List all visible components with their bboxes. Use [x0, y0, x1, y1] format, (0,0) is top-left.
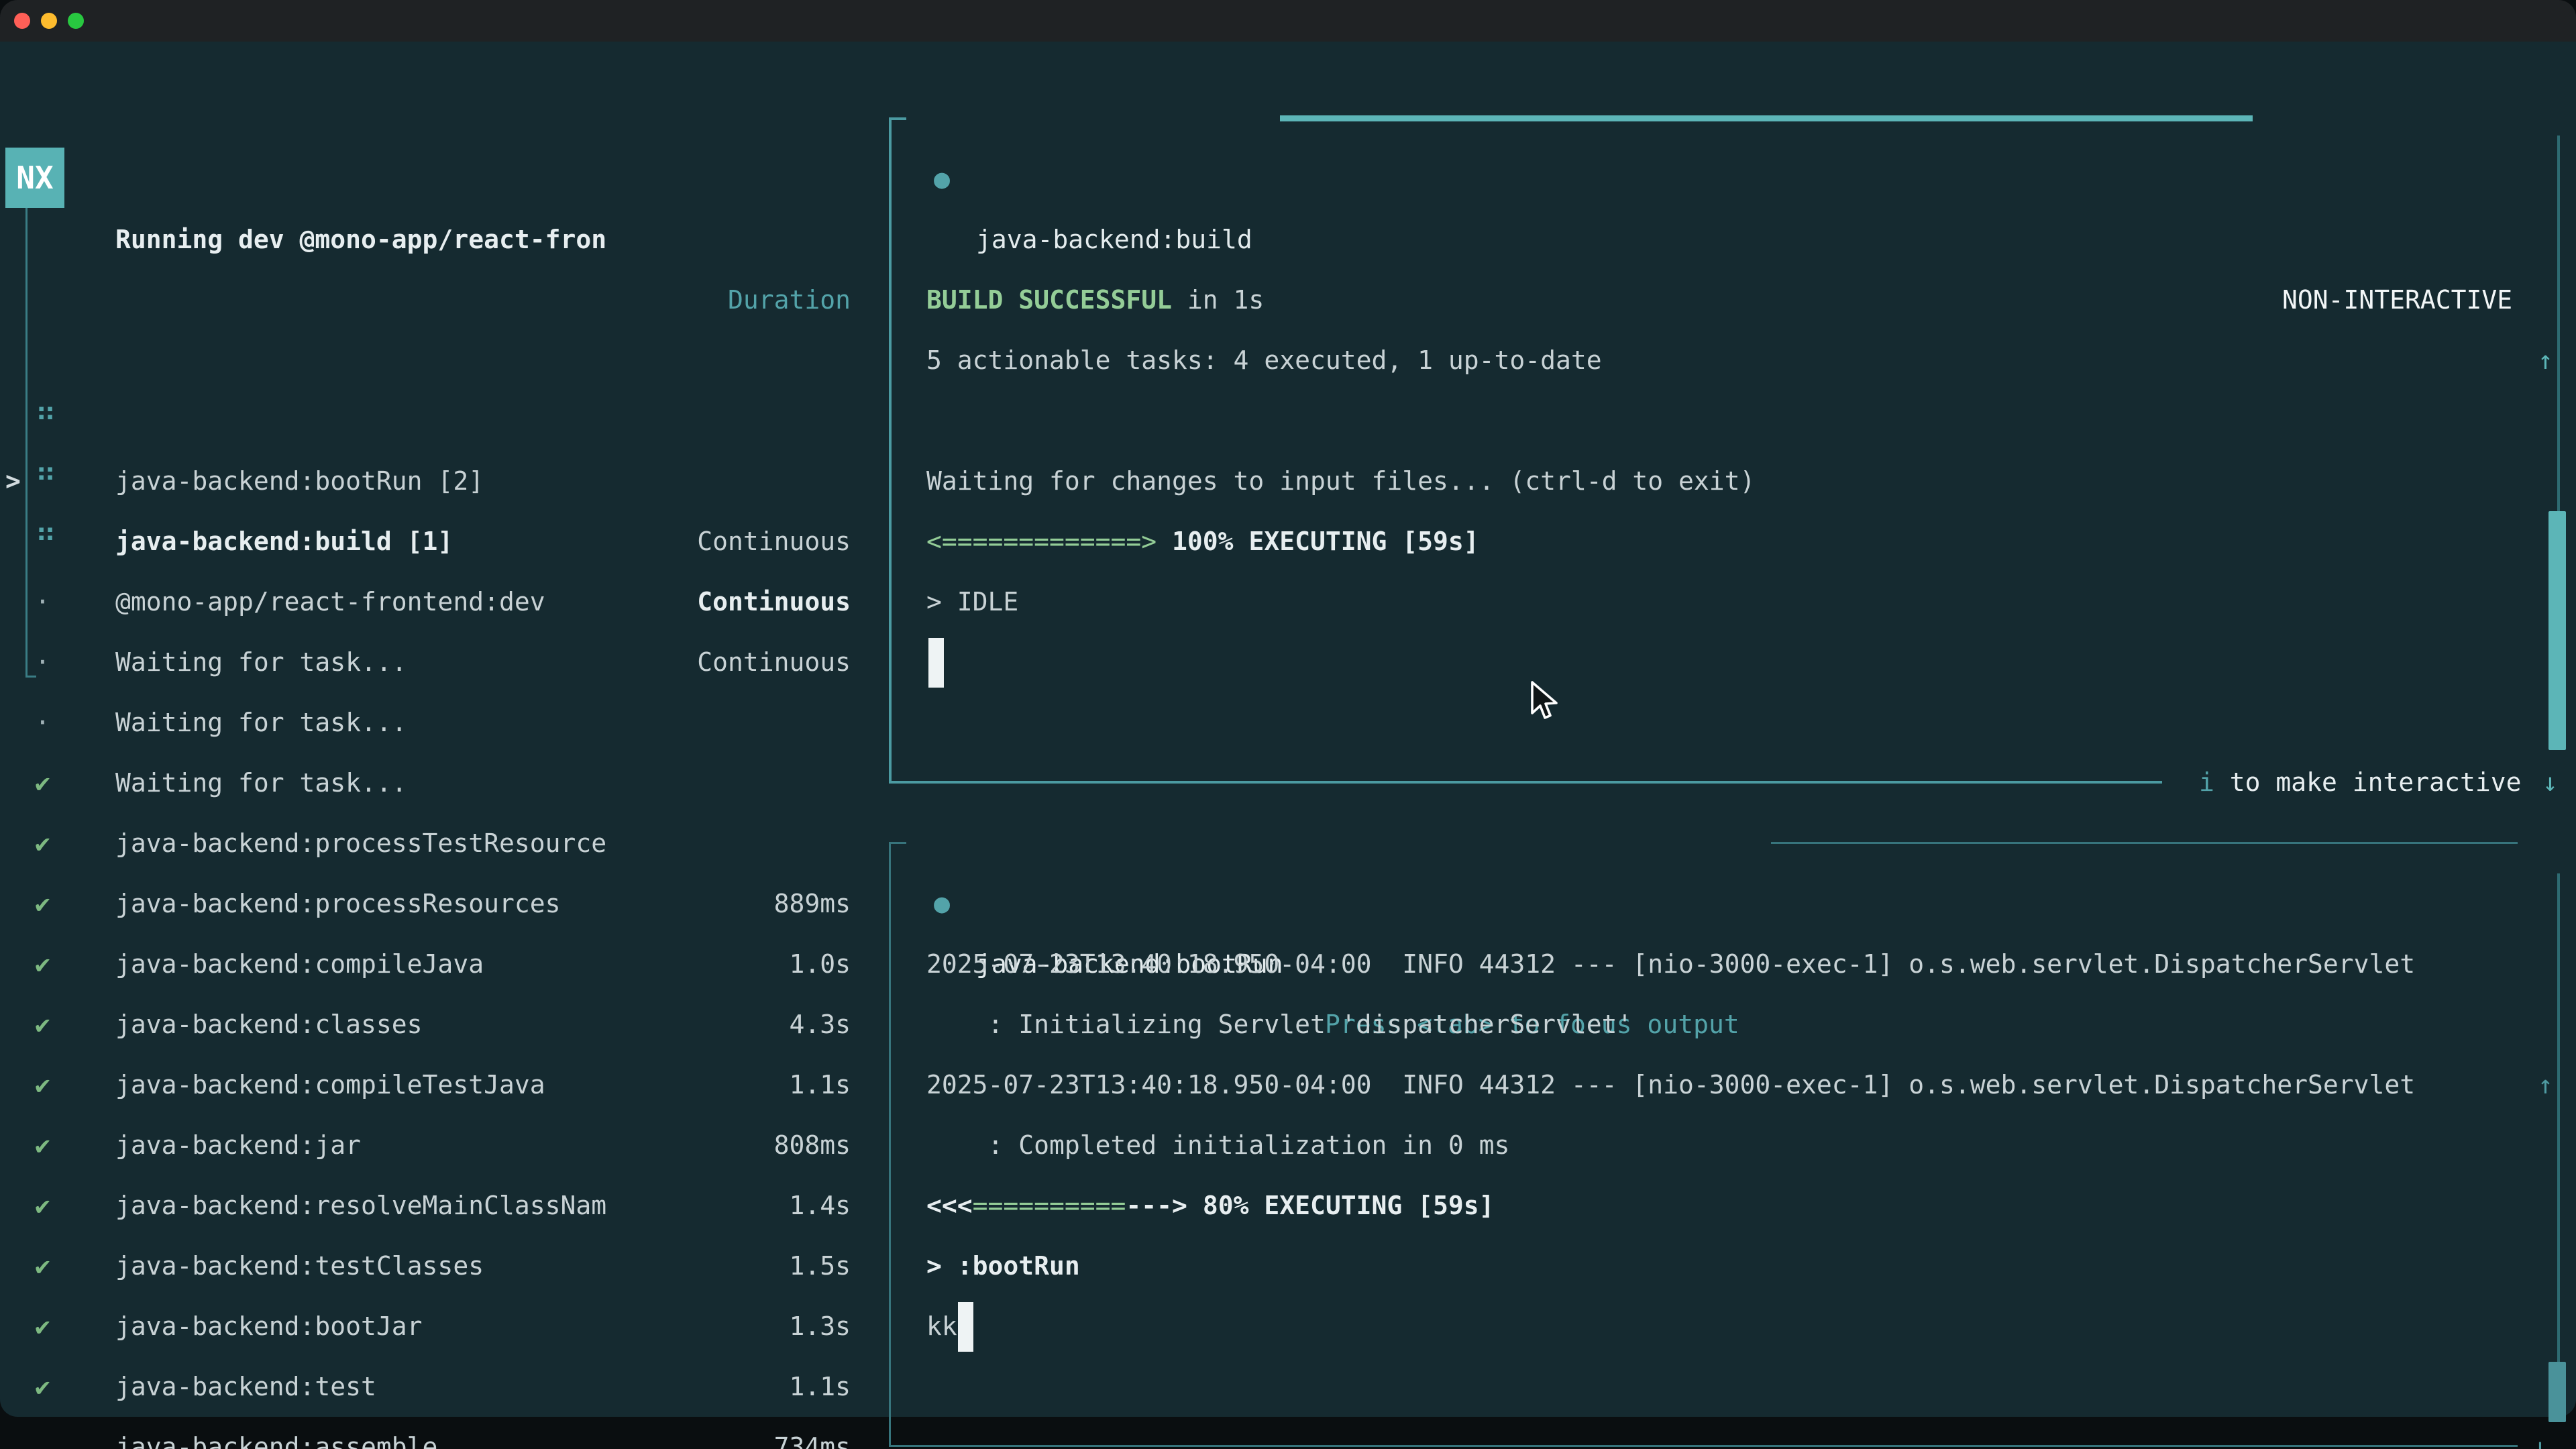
bootrun-panel-scroll-track[interactable]	[2557, 873, 2560, 1420]
build-status-line: BUILD SUCCESSFUL in 1s	[926, 270, 1264, 330]
non-interactive-badge: NON-INTERACTIVE	[2282, 270, 2512, 330]
task-row[interactable]: ✔ java-backend:resolveMainClassNam 1.5s	[0, 1055, 871, 1115]
task-row[interactable]: · Waiting for task...	[0, 572, 871, 632]
sidebar-title: Running dev @mono-app/react-fron	[115, 209, 606, 270]
task-row[interactable]: · Waiting for task...	[0, 511, 871, 572]
task-row[interactable]: ✔ java-backend:assemble 774ms	[0, 1296, 871, 1356]
window-titlebar	[0, 0, 2576, 42]
scroll-up-icon[interactable]: ↑	[2538, 330, 2553, 390]
idle-status-line: > IDLE	[926, 572, 1018, 632]
task-row[interactable]: ✔ java-backend:testClasses 1.3s	[0, 1115, 871, 1175]
task-status-dot-icon: ●	[934, 149, 950, 209]
waiting-for-changes-line: Waiting for changes to input files... (c…	[926, 451, 1755, 511]
actionable-tasks-line: 5 actionable tasks: 4 executed, 1 up-to-…	[926, 330, 1602, 390]
task-row[interactable]: ✔ java-backend:classes 1.1s	[0, 873, 871, 934]
zoom-window-button[interactable]	[68, 13, 84, 29]
sidebar-header: Running dev @mono-app/react-fron Duratio…	[0, 149, 871, 209]
task-row[interactable]: ✔ java-backend:compileJava 4.3s	[0, 813, 871, 873]
interactive-hint: i to make interactive↓	[2199, 752, 2521, 812]
task-row[interactable]: ✔ java-backend:test 734ms	[0, 1236, 871, 1296]
bootrun-log-output: 2025-07-23T13:40:18.950-04:00 INFO 44312…	[926, 934, 2503, 1175]
typed-input-line[interactable]: kk	[926, 1296, 957, 1356]
progress-bar: ==========	[973, 1191, 1126, 1220]
scroll-down-icon[interactable]: ↓	[2542, 752, 2558, 812]
task-row[interactable]: ✔ java-backend:processResources 1.0s	[0, 753, 871, 813]
sidebar-footer: ← 1/2 → quit: q help: ?	[0, 1417, 871, 1449]
scroll-down-icon[interactable]: ↓	[2532, 1417, 2548, 1449]
task-duration: Continuous	[697, 632, 851, 692]
build-panel-scroll-thumb[interactable]	[2548, 511, 2566, 750]
terminal-cursor	[958, 1302, 973, 1352]
task-row[interactable]: ✔ java-backend:compileTestJava 808ms	[0, 934, 871, 994]
bootrun-prompt-line: > :bootRun	[926, 1236, 1080, 1296]
progress-label: 80% EXECUTING [59s]	[1187, 1191, 1495, 1220]
log-line: 2025-07-23T13:40:18.950-04:00 INFO 44312…	[926, 1055, 2503, 1115]
bootrun-panel-scroll-thumb[interactable]	[2548, 1362, 2566, 1422]
mouse-cursor	[1528, 681, 1559, 725]
task-duration: 1.1s	[789, 1356, 851, 1417]
task-row[interactable]: > ⠛ java-backend:build [1] Continuous	[0, 330, 871, 390]
gradle-progress-line: <=============> 100% EXECUTING [59s]	[926, 511, 1479, 572]
interactive-hint-key: i	[2199, 767, 2214, 797]
log-line: 2025-07-23T13:40:18.950-04:00 INFO 44312…	[926, 934, 2503, 994]
terminal-window: NX Running dev @mono-app/react-fron Dura…	[0, 0, 2576, 1449]
log-line: : Completed initialization in 0 ms	[926, 1115, 2503, 1175]
gradle-progress-line: <<<==========---> 80% EXECUTING [59s]	[926, 1175, 1495, 1236]
task-row[interactable]: ⠛ @mono-app/react-frontend:dev Continuou…	[0, 390, 871, 451]
task-row[interactable]: ⠛ java-backend:bootRun [2] Continuous	[0, 270, 871, 330]
log-line: : Initializing Servlet 'dispatcherServle…	[926, 994, 2503, 1055]
task-row[interactable]: · Waiting for task...	[0, 451, 871, 511]
task-status-dot-icon: ●	[934, 873, 950, 934]
scroll-up-icon[interactable]: ↑	[2538, 1055, 2553, 1115]
progress-label: 100% EXECUTING [59s]	[1157, 527, 1479, 556]
minimize-window-button[interactable]	[41, 13, 57, 29]
progress-bar: <=============>	[926, 527, 1157, 556]
bootrun-panel-bottom-border	[889, 1445, 2518, 1447]
check-icon: ✔	[35, 1356, 50, 1417]
completed-task-list: ✔ java-backend:processTestResource 889ms…	[0, 692, 871, 1356]
build-panel-bottom-border	[889, 781, 2162, 784]
build-panel-title: java-backend:build	[976, 209, 1252, 270]
close-window-button[interactable]	[14, 13, 30, 29]
build-panel-header: ● java-backend:build NON-INTERACTIVE ↑	[889, 89, 2576, 149]
task-row[interactable]: ✔ java-backend:processTestResource 889ms	[0, 692, 871, 753]
terminal-cursor	[928, 638, 944, 688]
running-task-list: ⠛ java-backend:bootRun [2] Continuous > …	[0, 270, 871, 632]
terminal-content: NX Running dev @mono-app/react-fron Dura…	[0, 42, 2576, 1417]
bootrun-panel-header: ● java-backend:bootRun Press <tab> to fo…	[889, 813, 2576, 873]
task-row[interactable]: ✔ java-backend:jar 1.4s	[0, 994, 871, 1055]
task-row[interactable]: ✔ java-backend:bootJar 1.1s	[0, 1175, 871, 1236]
